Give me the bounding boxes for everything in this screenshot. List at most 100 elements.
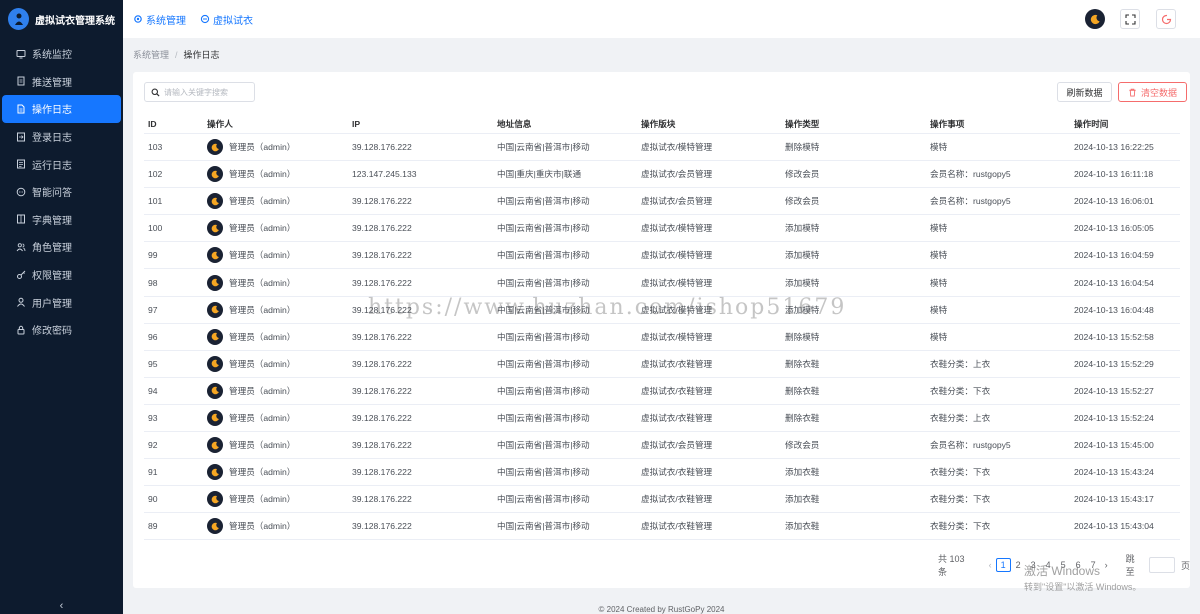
cell-module: 虚拟试衣/模特管理 bbox=[641, 223, 713, 234]
sidebar-item-label: 用户管理 bbox=[32, 298, 72, 310]
cell-module: 虚拟试衣/衣鞋管理 bbox=[641, 521, 713, 532]
cell-type: 删除衣鞋 bbox=[785, 385, 820, 396]
page-number-button[interactable]: 4 bbox=[1041, 560, 1056, 570]
operator-name: 管理员（admin） bbox=[229, 277, 296, 288]
sidebar-item-10[interactable]: 用户管理 bbox=[2, 288, 121, 316]
cell-item: 模特 bbox=[930, 331, 948, 342]
page-numbers: 1234567 bbox=[995, 558, 1101, 572]
sidebar-item-3[interactable]: 操作日志 bbox=[2, 95, 121, 123]
cell-type: 修改会员 bbox=[785, 169, 820, 180]
cell-address: 中国|云南省|普洱市|移动 bbox=[497, 467, 590, 478]
operator-name: 管理员（admin） bbox=[229, 494, 296, 505]
cell-ip: 39.128.176.222 bbox=[352, 385, 412, 396]
moon-icon bbox=[211, 143, 219, 151]
cell-ip: 39.128.176.222 bbox=[352, 331, 412, 342]
jump-page-input[interactable] bbox=[1148, 557, 1175, 573]
cell-time: 2024-10-13 16:06:01 bbox=[1074, 196, 1154, 207]
moon-icon bbox=[211, 414, 219, 422]
page-number-button[interactable]: 6 bbox=[1071, 560, 1086, 570]
sidebar-item-6[interactable]: 智能问答 bbox=[2, 178, 121, 206]
cell-module: 虚拟试衣/会员管理 bbox=[641, 196, 713, 207]
search-input[interactable] bbox=[164, 87, 254, 97]
tab-virtual-tryon[interactable]: 虚拟试衣 bbox=[200, 12, 253, 27]
sidebar-item-11[interactable]: 修改密码 bbox=[2, 316, 121, 344]
page-number-button[interactable]: 3 bbox=[1026, 560, 1041, 570]
operator-name: 管理员（admin） bbox=[229, 304, 296, 315]
cell-module: 虚拟试衣/会员管理 bbox=[641, 169, 713, 180]
column-header-module: 操作版块 bbox=[641, 118, 676, 129]
tab-system-management[interactable]: 系统管理 bbox=[133, 12, 186, 27]
cell-address: 中国|云南省|普洱市|移动 bbox=[497, 331, 590, 342]
cell-ip: 39.128.176.222 bbox=[352, 196, 412, 207]
file-icon bbox=[16, 104, 26, 114]
cell-address: 中国|云南省|普洱市|移动 bbox=[497, 385, 590, 396]
search-box[interactable] bbox=[144, 82, 255, 102]
cell-operator: 管理员（admin） bbox=[207, 193, 352, 210]
operator-avatar bbox=[207, 382, 223, 399]
cell-id: 99 bbox=[148, 250, 158, 261]
sidebar-item-4[interactable]: 登录日志 bbox=[2, 123, 121, 151]
table-row: 95 管理员（admin） 39.128.176.222 中国|云南省|普洱市|移动 虚… bbox=[144, 351, 1180, 378]
table-row: 103 管理员（admin） 39.128.176.222 中国|云南省|普洱市|移动… bbox=[144, 134, 1180, 162]
sidebar-item-1[interactable]: 系统监控 bbox=[2, 40, 121, 68]
cell-operator: 管理员（admin） bbox=[207, 166, 352, 183]
cell-type: 添加模特 bbox=[785, 250, 820, 261]
page-number-button[interactable]: 2 bbox=[1011, 560, 1026, 570]
jump-label: 跳至 bbox=[1125, 554, 1135, 577]
table-row: 90 管理员（admin） 39.128.176.222 中国|云南省|普洱市|移动 虚… bbox=[144, 486, 1180, 514]
cell-operator: 管理员（admin） bbox=[207, 355, 352, 372]
page-number-button[interactable]: 5 bbox=[1056, 560, 1071, 570]
sidebar-item-9[interactable]: 权限管理 bbox=[2, 261, 121, 289]
cell-time: 2024-10-13 15:52:29 bbox=[1074, 358, 1154, 369]
cell-id: 91 bbox=[148, 467, 158, 478]
cell-id: 98 bbox=[148, 277, 158, 288]
moon-icon bbox=[211, 224, 219, 233]
clear-data-button[interactable]: 清空数据 bbox=[1118, 82, 1187, 102]
page-number-button[interactable]: 7 bbox=[1086, 560, 1101, 570]
cell-module: 虚拟试衣/衣鞋管理 bbox=[641, 358, 713, 369]
user-avatar[interactable] bbox=[1085, 9, 1105, 29]
next-page-button[interactable]: › bbox=[1105, 560, 1108, 570]
sidebar-item-8[interactable]: 角色管理 bbox=[2, 233, 121, 261]
cell-module: 虚拟试衣/衣鞋管理 bbox=[641, 467, 713, 478]
cell-item: 模特 bbox=[930, 277, 948, 288]
cell-id: 93 bbox=[148, 412, 158, 423]
page-number-button[interactable]: 1 bbox=[995, 558, 1011, 572]
circle-icon bbox=[200, 14, 210, 24]
cell-item: 模特 bbox=[930, 223, 948, 234]
cell-time: 2024-10-13 16:04:54 bbox=[1074, 277, 1154, 288]
moon-icon bbox=[1090, 14, 1100, 24]
table-row: 92 管理员（admin） 39.128.176.222 中国|云南省|普洱市|移动 虚… bbox=[144, 432, 1180, 460]
fullscreen-button[interactable] bbox=[1120, 9, 1140, 29]
clear-data-label: 清空数据 bbox=[1140, 87, 1177, 98]
moon-icon bbox=[211, 278, 219, 287]
footer: © 2024 Created by RustGoPy 2024 bbox=[598, 605, 725, 614]
cell-item: 模特 bbox=[930, 250, 948, 261]
prev-page-button[interactable]: ‹ bbox=[989, 560, 992, 570]
sidebar-item-label: 智能问答 bbox=[32, 188, 72, 200]
cell-id: 97 bbox=[148, 304, 158, 315]
sidebar-item-label: 推送管理 bbox=[32, 77, 72, 89]
refresh-data-button[interactable]: 刷新数据 bbox=[1057, 82, 1112, 102]
cell-item: 衣鞋分类：下衣 bbox=[930, 494, 991, 505]
sidebar-item-label: 登录日志 bbox=[32, 133, 72, 145]
moon-icon bbox=[211, 495, 219, 504]
column-header-operator: 操作人 bbox=[207, 118, 233, 129]
breadcrumb-parent[interactable]: 系统管理 bbox=[133, 48, 169, 61]
cell-id: 92 bbox=[148, 440, 158, 451]
operator-avatar bbox=[207, 139, 223, 156]
page-suffix: 页 bbox=[1180, 560, 1190, 571]
breadcrumb-current: 操作日志 bbox=[183, 50, 220, 60]
cell-item: 模特 bbox=[930, 142, 948, 153]
table-row: 96 管理员（admin） 39.128.176.222 中国|云南省|普洱市|移动 虚… bbox=[144, 324, 1180, 351]
collapse-sidebar-button[interactable]: ‹ bbox=[0, 598, 123, 614]
sidebar-item-7[interactable]: 字典管理 bbox=[2, 206, 121, 234]
sidebar-item-5[interactable]: 运行日志 bbox=[2, 150, 121, 178]
cell-type: 删除模特 bbox=[785, 331, 820, 342]
gear-icon bbox=[134, 15, 142, 23]
logout-button[interactable] bbox=[1156, 9, 1176, 29]
sidebar-item-2[interactable]: 推送管理 bbox=[2, 68, 121, 96]
search-icon bbox=[151, 88, 160, 97]
moon-icon bbox=[211, 332, 219, 341]
app-logo-icon bbox=[8, 8, 29, 30]
